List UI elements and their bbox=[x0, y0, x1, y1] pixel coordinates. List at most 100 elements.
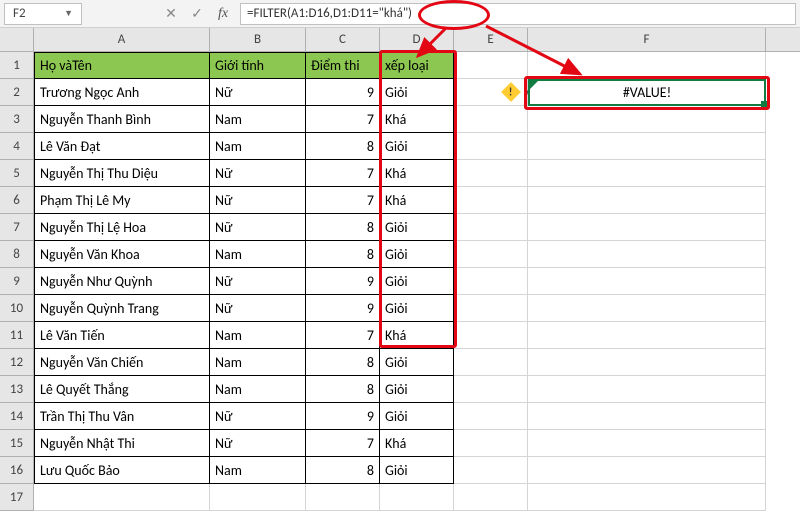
cell-A11[interactable]: Lê Văn Tiến bbox=[34, 322, 210, 349]
row-header-8[interactable]: 8 bbox=[0, 241, 34, 268]
selected-cell-F2[interactable]: #VALUE! bbox=[528, 79, 766, 106]
cell-B5[interactable]: Nữ bbox=[210, 160, 306, 187]
cell-C14[interactable]: 9 bbox=[306, 403, 380, 430]
cell-B17[interactable] bbox=[210, 484, 306, 511]
cell-F10[interactable] bbox=[528, 295, 766, 322]
cell-E13[interactable] bbox=[454, 376, 528, 403]
row-header-14[interactable]: 14 bbox=[0, 403, 34, 430]
cell-B8[interactable]: Nam bbox=[210, 241, 306, 268]
row-header-11[interactable]: 11 bbox=[0, 322, 34, 349]
cell-A16[interactable]: Lưu Quốc Bảo bbox=[34, 457, 210, 484]
cell-C9[interactable]: 9 bbox=[306, 268, 380, 295]
cell-D15[interactable]: Khá bbox=[380, 430, 454, 457]
cell-A17[interactable] bbox=[34, 484, 210, 511]
cell-B11[interactable]: Nam bbox=[210, 322, 306, 349]
accept-formula-icon[interactable]: ✓ bbox=[184, 3, 210, 25]
row-header-12[interactable]: 12 bbox=[0, 349, 34, 376]
cell-C17[interactable] bbox=[306, 484, 380, 511]
row-header-2[interactable]: 2 bbox=[0, 79, 34, 106]
cell-C5[interactable]: 7 bbox=[306, 160, 380, 187]
cell-D3[interactable]: Khá bbox=[380, 106, 454, 133]
cell-C8[interactable]: 8 bbox=[306, 241, 380, 268]
cell-C12[interactable]: 8 bbox=[306, 349, 380, 376]
cell-B6[interactable]: Nữ bbox=[210, 187, 306, 214]
cell-C10[interactable]: 9 bbox=[306, 295, 380, 322]
cell-A3[interactable]: Nguyễn Thanh Bình bbox=[34, 106, 210, 133]
name-box[interactable]: F2 ▼ bbox=[4, 3, 82, 25]
cell-C11[interactable]: 7 bbox=[306, 322, 380, 349]
cell-E10[interactable] bbox=[454, 295, 528, 322]
cell-B12[interactable]: Nam bbox=[210, 349, 306, 376]
row-header-6[interactable]: 6 bbox=[0, 187, 34, 214]
error-smart-tag[interactable]: ! bbox=[500, 82, 522, 102]
cell-B7[interactable]: Nữ bbox=[210, 214, 306, 241]
cell-E9[interactable] bbox=[454, 268, 528, 295]
select-all-corner[interactable] bbox=[0, 28, 34, 51]
cell-E11[interactable] bbox=[454, 322, 528, 349]
cell-D5[interactable]: Khá bbox=[380, 160, 454, 187]
row-header-4[interactable]: 4 bbox=[0, 133, 34, 160]
row-header-17[interactable]: 17 bbox=[0, 484, 34, 511]
fx-icon[interactable]: fx bbox=[210, 3, 236, 25]
cell-D10[interactable]: Giỏi bbox=[380, 295, 454, 322]
cell-E5[interactable] bbox=[454, 160, 528, 187]
row-header-1[interactable]: 1 bbox=[0, 52, 34, 79]
cell-E17[interactable] bbox=[454, 484, 528, 511]
cell-F13[interactable] bbox=[528, 376, 766, 403]
cell-D12[interactable]: Giỏi bbox=[380, 349, 454, 376]
row-header-15[interactable]: 15 bbox=[0, 430, 34, 457]
cell-A10[interactable]: Nguyễn Quỳnh Trang bbox=[34, 295, 210, 322]
cell-F16[interactable] bbox=[528, 457, 766, 484]
cell-E6[interactable] bbox=[454, 187, 528, 214]
row-header-3[interactable]: 3 bbox=[0, 106, 34, 133]
cell-A14[interactable]: Trần Thị Thu Vân bbox=[34, 403, 210, 430]
cell-A4[interactable]: Lê Văn Đạt bbox=[34, 133, 210, 160]
row-header-5[interactable]: 5 bbox=[0, 160, 34, 187]
cell-A1[interactable]: Họ vàTên bbox=[34, 52, 210, 79]
cell-D4[interactable]: Giỏi bbox=[380, 133, 454, 160]
cell-F7[interactable] bbox=[528, 214, 766, 241]
cell-D1[interactable]: xếp loại bbox=[380, 52, 454, 79]
cell-F8[interactable] bbox=[528, 241, 766, 268]
cell-E16[interactable] bbox=[454, 457, 528, 484]
row-header-13[interactable]: 13 bbox=[0, 376, 34, 403]
row-header-10[interactable]: 10 bbox=[0, 295, 34, 322]
cell-F9[interactable] bbox=[528, 268, 766, 295]
cell-A5[interactable]: Nguyễn Thị Thu Diệu bbox=[34, 160, 210, 187]
col-header-C[interactable]: C bbox=[306, 28, 380, 51]
cell-D9[interactable]: Giỏi bbox=[380, 268, 454, 295]
chevron-down-icon[interactable]: ▼ bbox=[64, 8, 73, 19]
cell-F17[interactable] bbox=[528, 484, 766, 511]
cell-D2[interactable]: Giỏi bbox=[380, 79, 454, 106]
cell-D8[interactable]: Giỏi bbox=[380, 241, 454, 268]
cell-C4[interactable]: 8 bbox=[306, 133, 380, 160]
cell-F3[interactable] bbox=[528, 106, 766, 133]
cell-A15[interactable]: Nguyễn Nhật Thi bbox=[34, 430, 210, 457]
cell-C7[interactable]: 8 bbox=[306, 214, 380, 241]
cell-F15[interactable] bbox=[528, 430, 766, 457]
cell-C16[interactable]: 8 bbox=[306, 457, 380, 484]
cell-F12[interactable] bbox=[528, 349, 766, 376]
cell-B14[interactable]: Nữ bbox=[210, 403, 306, 430]
row-header-9[interactable]: 9 bbox=[0, 268, 34, 295]
cell-C13[interactable]: 8 bbox=[306, 376, 380, 403]
col-header-E[interactable]: E bbox=[454, 28, 528, 51]
cell-B4[interactable]: Nam bbox=[210, 133, 306, 160]
cell-F1[interactable] bbox=[528, 52, 766, 79]
cell-D11[interactable]: Khá bbox=[380, 322, 454, 349]
col-header-F[interactable]: F bbox=[528, 28, 766, 51]
cell-B1[interactable]: Giới tính bbox=[210, 52, 306, 79]
cell-A7[interactable]: Nguyễn Thị Lệ Hoa bbox=[34, 214, 210, 241]
cell-A12[interactable]: Nguyễn Văn Chiến bbox=[34, 349, 210, 376]
cell-D17[interactable] bbox=[380, 484, 454, 511]
cell-D6[interactable]: Khá bbox=[380, 187, 454, 214]
cell-B16[interactable]: Nam bbox=[210, 457, 306, 484]
cell-C3[interactable]: 7 bbox=[306, 106, 380, 133]
cell-C15[interactable]: 7 bbox=[306, 430, 380, 457]
col-header-A[interactable]: A bbox=[34, 28, 210, 51]
col-header-D[interactable]: D bbox=[380, 28, 454, 51]
cell-B9[interactable]: Nữ bbox=[210, 268, 306, 295]
row-header-16[interactable]: 16 bbox=[0, 457, 34, 484]
formula-input[interactable]: =FILTER(A1:D16,D1:D11="khá") bbox=[240, 3, 796, 25]
cell-B13[interactable]: Nam bbox=[210, 376, 306, 403]
